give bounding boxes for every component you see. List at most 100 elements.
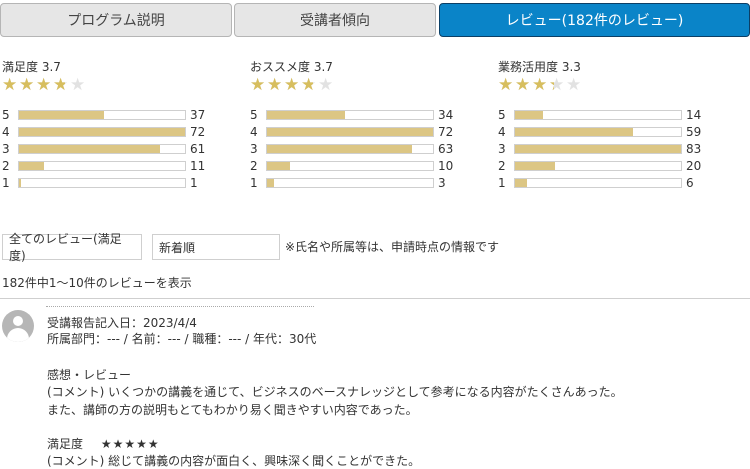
rating-row-count: 20 [686,159,702,173]
rating-row: 5 34 [250,108,480,122]
review-comment: (コメント) いくつかの講義を通じて、ビジネスのベースナレッジとして参考になる内… [47,385,623,399]
rating-bar [18,110,186,120]
rating-row-label: 2 [498,159,506,173]
rating-bar-fill [515,179,527,187]
star-icon: ★★ [2,75,18,95]
rating-bar [266,110,434,120]
rating-satisfaction: 満足度 3.7 ★ ★ ★ ★ ★ ★ ★ ★ ★ 5 37 4 72 3 61 2 11 1 1 [2,55,232,195]
rating-row-count: 11 [190,159,206,173]
rating-row: 4 72 [2,125,232,139]
star-icon: ★★ [284,75,300,95]
rating-bar [514,161,682,171]
satisfaction-stars: ★★★★★ [100,437,160,451]
rating-bar [514,178,682,188]
star-rating: ★★★★★★★★★ [498,76,583,94]
dotted-divider [46,306,314,307]
rating-row-count: 34 [438,108,454,122]
rating-work-usage: 業務活用度 3.3 ★★★★★★★★★ 51445938322016 [498,55,728,195]
review-comment: (コメント) 総じて講義の内容が面白く、興味深く聞くことができた。 [47,454,421,468]
rating-row-label: 5 [250,108,258,122]
rating-row-label: 4 [2,125,10,139]
rating-bar [18,161,186,171]
star-icon: ★★ [267,75,283,95]
rating-row: 13 [250,176,480,190]
tab-reviews[interactable]: レビュー(182件のレビュー) [439,3,750,37]
rating-row-label: 4 [498,125,506,139]
star-icon: ★★ [53,75,69,95]
rating-bar [514,144,682,154]
rating-row-count: 59 [686,125,702,139]
rating-row-count: 72 [190,125,206,139]
rating-bar-fill [267,145,412,153]
rating-bar-fill [267,128,433,136]
rating-bar-fill [515,162,555,170]
review-satisfaction: 満足度 ★★★★★ [47,435,160,452]
rating-bar [18,127,186,137]
rating-bar-fill [19,145,160,153]
rating-row-count: 72 [438,125,454,139]
rating-bar-fill [515,128,633,136]
star-icon: ★★ [549,75,565,95]
tab-bar: プログラム説明 受講者傾向 レビュー(182件のレビュー) [0,3,750,39]
rating-row-count: 37 [190,108,206,122]
rating-row-label: 1 [2,176,10,190]
rating-row-label: 3 [2,142,10,156]
avatar-icon [2,310,34,342]
rating-bar-fill [19,162,44,170]
rating-row-count: 63 [438,142,454,156]
rating-row-label: 3 [498,142,506,156]
rating-row-count: 1 [190,176,198,190]
rating-row-count: 61 [190,142,206,156]
rating-row: 4 59 [498,125,728,139]
rating-row-label: 3 [250,142,258,156]
rating-bar [514,127,682,137]
divider [0,298,750,299]
rating-bar [18,144,186,154]
rating-row-label: 4 [250,125,258,139]
rating-row-label: 5 [498,108,506,122]
rating-row: 2 20 [498,159,728,173]
star-rating: ★★★★★★★★★ [250,76,335,94]
rating-row: 2 11 [2,159,232,173]
rating-bar [18,178,186,188]
rating-bar-fill [267,111,345,119]
star-icon: ★★ [36,75,52,95]
review-meta: 所属部門：--- / 名前：--- / 職種：--- / 年代：30代 [47,332,317,346]
star-icon: ★ [318,75,334,95]
rating-row: 3 61 [2,142,232,156]
star-icon: ★★ [498,75,514,95]
rating-row-label: 2 [250,159,258,173]
rating-row: 4 72 [250,125,480,139]
info-note: ※氏名や所属等は、申請時点の情報です [285,240,500,254]
review-filter-select[interactable]: 全てのレビュー(満足度) [2,232,142,263]
rating-row-label: 5 [2,108,10,122]
rating-row-count: 14 [686,108,702,122]
rating-title: 満足度 3.7 [2,60,61,74]
star-icon: ★★ [19,75,35,95]
star-icon: ★ [70,75,86,95]
rating-bar [514,110,682,120]
rating-bar [266,144,434,154]
star-icon: ★★ [532,75,548,95]
rating-row: 3 83 [498,142,728,156]
sort-select[interactable]: 新着順 [152,234,280,260]
star-icon: ★ [566,75,582,95]
rating-recommend: おススメ度 3.7 ★ ★ ★ ★ ★ ★ ★ ★ ★ 5 34 4 72 3 63 2 10 1 3 [250,55,480,195]
rating-bar [266,178,434,188]
tab-attendee-trends[interactable]: 受講者傾向 [234,3,436,37]
rating-title: おススメ度 3.7 [250,60,333,74]
rating-bar-fill [19,179,21,187]
rating-bar-fill [515,111,543,119]
rating-bar [266,127,434,137]
rating-bar-fill [267,179,274,187]
satisfaction-label: 満足度 [47,437,84,451]
rating-row-count: 10 [438,159,454,173]
review-section-label: 感想・レビュー [47,368,132,382]
rating-row: 11 [2,176,232,190]
rating-bar-fill [19,128,185,136]
rating-row-count: 83 [686,142,702,156]
tab-program-description[interactable]: プログラム説明 [0,3,232,37]
star-icon: ★★ [301,75,317,95]
review-comment: また、講師の方の説明もとてもわかり易く聞きやすい内容であった。 [47,403,418,417]
rating-row: 3 63 [250,142,480,156]
